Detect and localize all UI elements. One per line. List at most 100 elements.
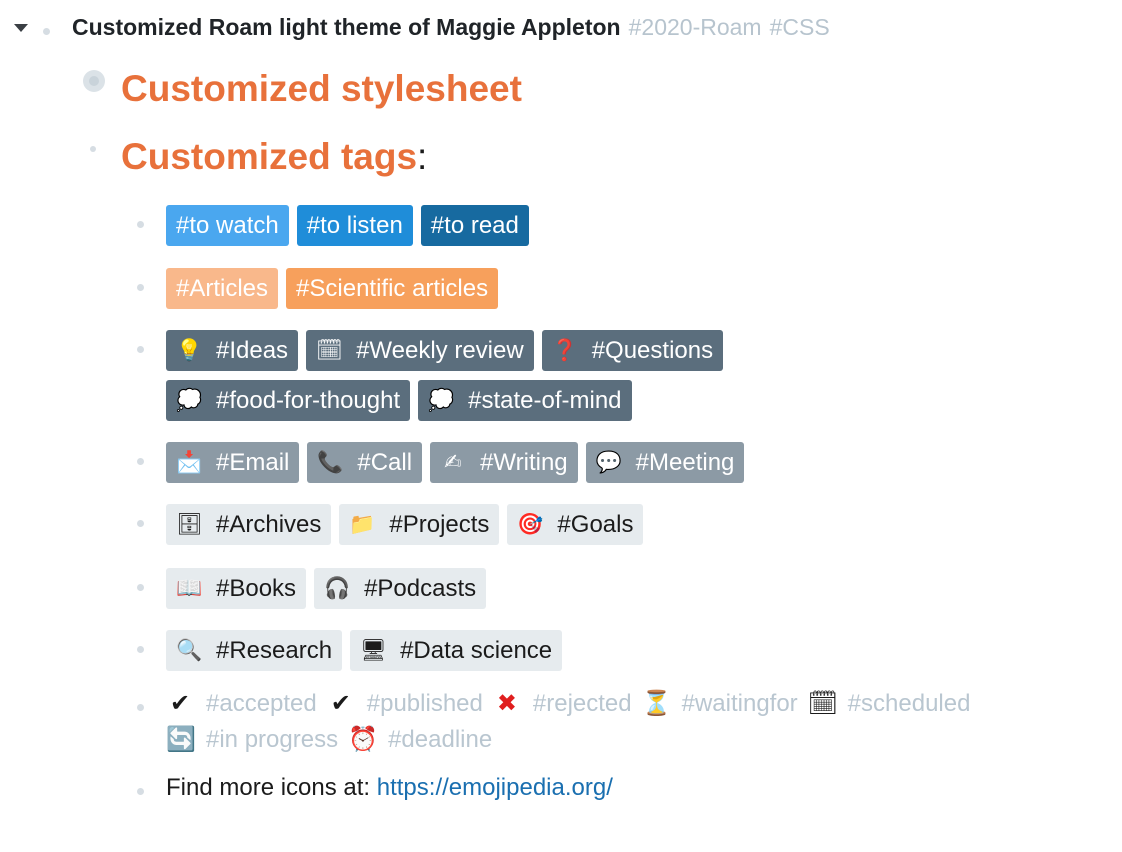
status-tag-in-progress[interactable]: #in progress xyxy=(206,726,338,753)
status-tag-published[interactable]: #published xyxy=(367,690,483,717)
tag-state-of-mind[interactable]: 💭 #state-of-mind xyxy=(418,380,632,421)
tag-to-watch[interactable]: #to watch xyxy=(166,205,289,246)
tag-writing[interactable]: ✍ #Writing xyxy=(430,442,578,483)
tag-questions[interactable]: ❓ #Questions xyxy=(541,330,724,371)
calendar-icon: 🗓 xyxy=(807,690,839,717)
file-cabinet-icon: 🗄 xyxy=(176,513,203,536)
heading-bullet[interactable] xyxy=(90,146,96,152)
tag-books[interactable]: 📖 #Books xyxy=(166,568,307,609)
tag-label: #Books xyxy=(216,575,297,602)
question-icon: ❓ xyxy=(551,339,578,362)
alarm-clock-icon: ⏰ xyxy=(348,726,378,753)
cross-mark-icon: ✖ xyxy=(496,690,517,717)
tag-to-listen[interactable]: #to listen xyxy=(296,205,413,246)
headphones-icon: 🎧 xyxy=(324,577,351,600)
block-bullet[interactable] xyxy=(137,346,144,353)
tag-food-for-thought[interactable]: 💭 #food-for-thought xyxy=(166,380,411,421)
tag-label: #to read xyxy=(430,212,519,239)
tag-row: #to watch #to listen #to read xyxy=(166,205,529,246)
root-bullet[interactable] xyxy=(43,28,50,35)
tag-label: #Podcasts xyxy=(364,575,477,602)
tag-projects[interactable]: 📁 #Projects xyxy=(339,504,500,545)
tag-css[interactable]: #CSS xyxy=(770,14,830,40)
status-tag-deadline[interactable]: #deadline xyxy=(388,726,492,753)
tag-label: #Email xyxy=(216,449,290,476)
tag-goals[interactable]: 🎯 #Goals xyxy=(507,504,644,545)
tag-row: 💭 #food-for-thought 💭 #state-of-mind xyxy=(166,380,632,421)
tag-scientific-articles[interactable]: #Scientific articles xyxy=(286,268,499,309)
tag-podcasts[interactable]: 🎧 #Podcasts xyxy=(314,568,487,609)
tag-row: 💡 #Ideas 🗓 #Weekly review ❓ #Questions xyxy=(166,330,724,371)
tag-label: #Questions xyxy=(591,337,714,364)
tag-label: #Goals xyxy=(557,511,634,538)
writing-hand-icon: ✍ xyxy=(444,451,462,474)
folder-icon: 📁 xyxy=(349,513,376,536)
find-more-text: Find more icons at: xyxy=(166,774,377,801)
book-icon: 📖 xyxy=(176,577,203,600)
tag-label: #food-for-thought xyxy=(216,387,401,414)
tag-label: #Archives xyxy=(216,511,322,538)
tag-label: #Scientific articles xyxy=(296,275,489,302)
speech-bubble-icon: 💬 xyxy=(595,451,622,474)
thought-bubble-icon: 💭 xyxy=(176,389,203,412)
tag-row: #Articles #Scientific articles xyxy=(166,268,499,309)
tag-label: #Call xyxy=(357,449,413,476)
status-tag-scheduled[interactable]: #scheduled xyxy=(848,690,971,717)
heading-tags-colon: : xyxy=(417,136,428,177)
tag-archives[interactable]: 🗄 #Archives xyxy=(166,504,332,545)
tag-meeting[interactable]: 💬 #Meeting xyxy=(585,442,745,483)
emojipedia-link[interactable]: https://emojipedia.org/ xyxy=(377,774,613,801)
tag-articles[interactable]: #Articles xyxy=(166,268,279,309)
magnifier-icon: 🔍 xyxy=(176,639,203,662)
status-tag-rejected[interactable]: #rejected xyxy=(533,690,632,717)
footer-bullet[interactable] xyxy=(137,788,144,795)
tag-research[interactable]: 🔍 #Research xyxy=(166,630,343,671)
tag-label: #Articles xyxy=(176,275,269,302)
envelope-icon: 📩 xyxy=(176,451,203,474)
tag-label: #to listen xyxy=(306,212,403,239)
tag-call[interactable]: 📞 #Call xyxy=(307,442,423,483)
heading-tags: Customized tags: xyxy=(121,136,427,178)
tag-row: 📖 #Books 🎧 #Podcasts xyxy=(166,568,487,609)
thought-bubble-icon: 💭 xyxy=(428,389,455,412)
tag-row: 📩 #Email 📞 #Call ✍ #Writing 💬 #Meeting xyxy=(166,442,745,483)
tag-label: #Writing xyxy=(480,449,568,476)
page-title-text: Customized Roam light theme of Maggie Ap… xyxy=(72,14,621,40)
tag-label: #Meeting xyxy=(635,449,735,476)
target-icon: 🎯 xyxy=(517,513,544,536)
block-bullet[interactable] xyxy=(137,520,144,527)
lightbulb-icon: 💡 xyxy=(176,339,203,362)
block-bullet[interactable] xyxy=(137,284,144,291)
block-bullet[interactable] xyxy=(137,584,144,591)
calendar-icon: 🗓 xyxy=(316,339,343,362)
tag-label: #state-of-mind xyxy=(468,387,622,414)
heading-tags-text: Customized tags xyxy=(121,136,418,177)
tag-label: #Research xyxy=(216,637,333,664)
status-tag-accepted[interactable]: #accepted xyxy=(206,690,317,717)
tag-ideas[interactable]: 💡 #Ideas xyxy=(166,330,299,371)
checkmark-icon: ✔ xyxy=(169,690,191,717)
tag-label: #Ideas xyxy=(216,337,289,364)
tag-label: #to watch xyxy=(176,212,279,239)
status-line-2: 🔄 #in progress ⏰ #deadline xyxy=(166,725,502,754)
refresh-icon: 🔄 xyxy=(166,726,196,753)
tag-data-science[interactable]: 🖥 #Data science xyxy=(350,630,563,671)
tag-row: 🗄 #Archives 📁 #Projects 🎯 #Goals xyxy=(166,504,644,545)
tag-email[interactable]: 📩 #Email xyxy=(166,442,300,483)
collapsed-bullet[interactable] xyxy=(83,70,105,92)
tag-row: 🔍 #Research 🖥 #Data science xyxy=(166,630,563,671)
checkmark-icon: ✔ xyxy=(330,690,351,717)
block-bullet[interactable] xyxy=(137,458,144,465)
block-bullet[interactable] xyxy=(137,221,144,228)
phone-icon: 📞 xyxy=(317,451,344,474)
tag-2020-roam[interactable]: #2020-Roam xyxy=(629,14,762,40)
tag-weekly-review[interactable]: 🗓 #Weekly review xyxy=(306,330,534,371)
find-more-line: Find more icons at: https://emojipedia.o… xyxy=(166,774,613,802)
block-bullet[interactable] xyxy=(137,646,144,653)
status-tag-waitingfor[interactable]: #waitingfor xyxy=(682,690,798,717)
heading-stylesheet: Customized stylesheet xyxy=(121,68,522,109)
status-bullet[interactable] xyxy=(137,704,144,711)
tag-to-read[interactable]: #to read xyxy=(420,205,529,246)
status-line-1: ✔ #accepted ✔ #published ✖ #rejected ⏳ #waiting… xyxy=(166,689,980,718)
collapse-caret-icon[interactable] xyxy=(14,24,28,32)
